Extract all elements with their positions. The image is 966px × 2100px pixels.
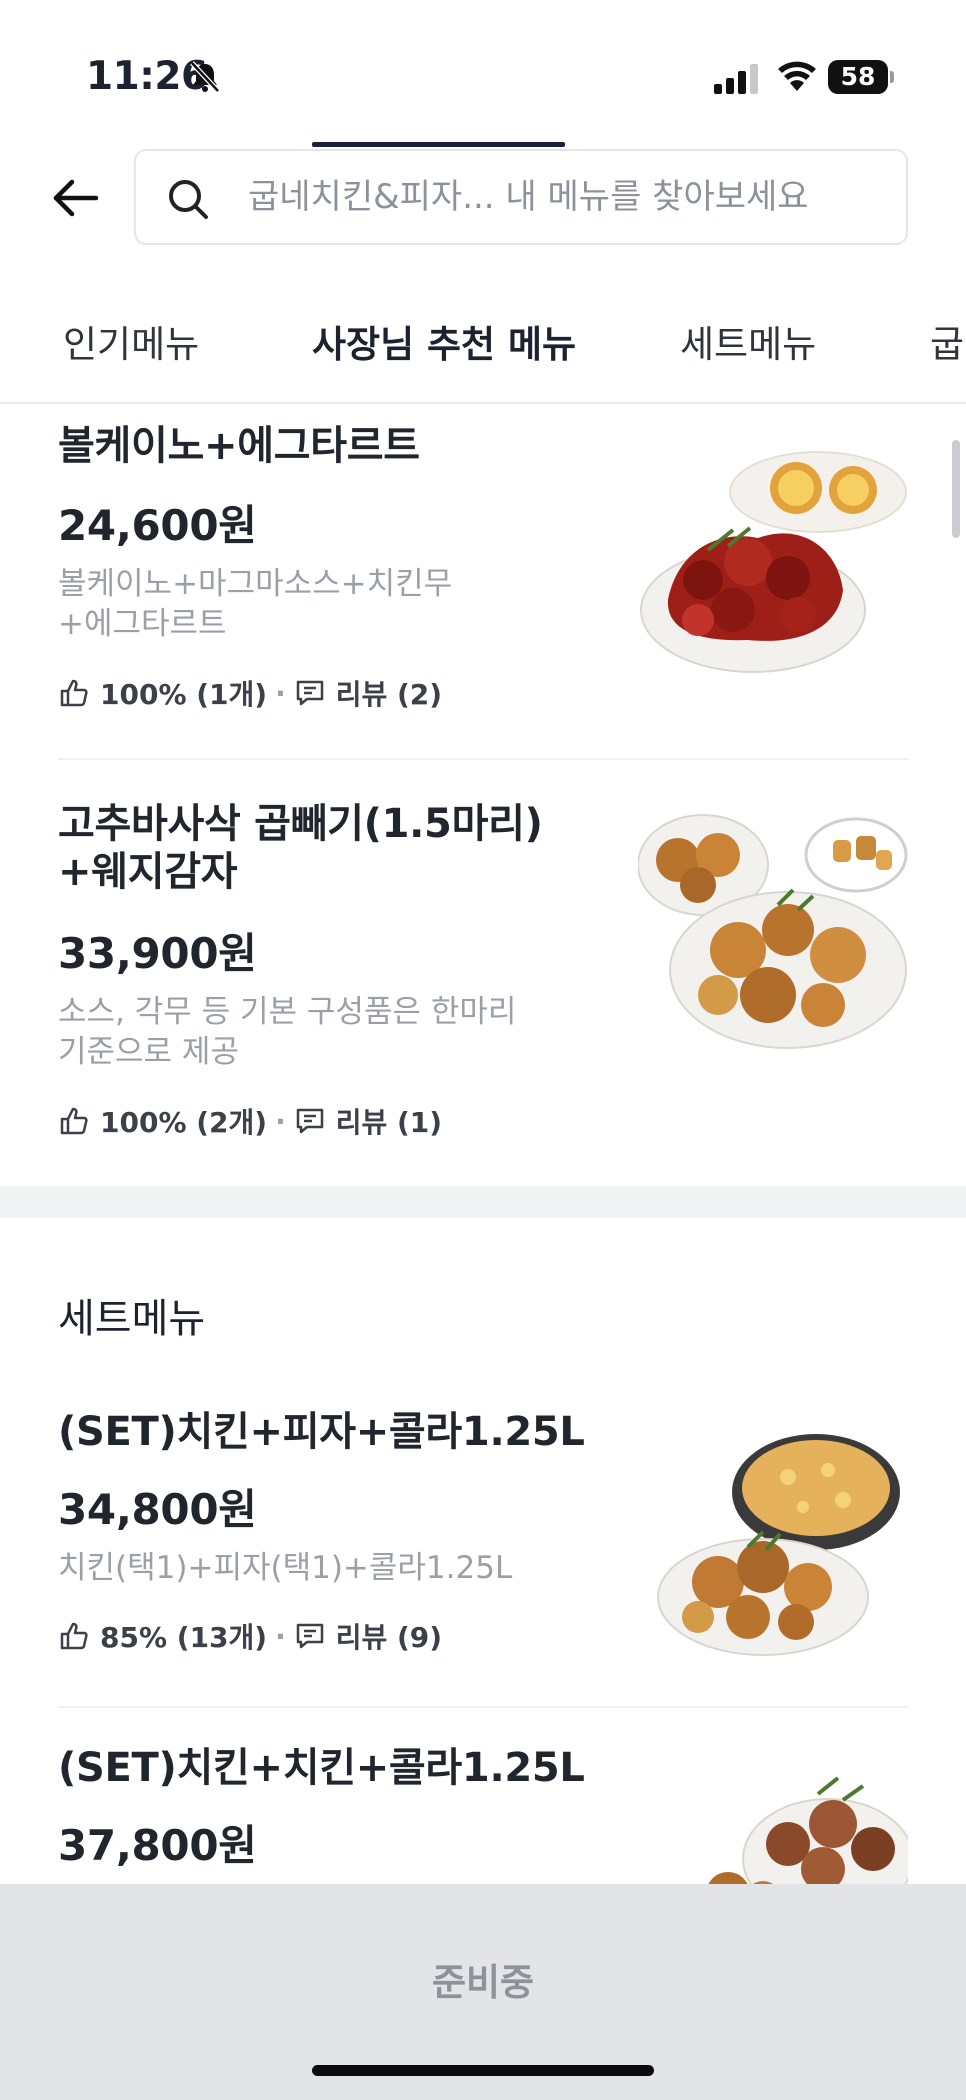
menu-screen: 11:26 58 굽네치킨&피자... 내 메뉴를 찾아보세요 인기메뉴 사장님… (0, 0, 966, 2100)
thumbs-up-icon (60, 679, 88, 707)
search-placeholder: 굽네치킨&피자... 내 메뉴를 찾아보세요 (248, 177, 809, 217)
menu-item-photo (640, 451, 907, 673)
review-icon (296, 1623, 323, 1649)
menu-item[interactable]: 볼케이노+에그타르트 24,600원 볼케이노+마그마소스+치킨무 +에그타르트… (58, 420, 908, 720)
menu-item-price: 33,900원 (58, 929, 257, 978)
rating-text: 100% (1개) (100, 678, 268, 711)
menu-item-description: 소스, 각무 등 기본 구성품은 한마리 (58, 994, 517, 1030)
search-icon (169, 180, 208, 219)
section-title: 세트메뉴 (58, 1296, 206, 1342)
rating-text: 100% (2개) (100, 1106, 268, 1139)
tab-set-menu[interactable]: 세트메뉴 (680, 314, 816, 368)
thumbs-up-icon (60, 1107, 88, 1135)
menu-item-description: 기준으로 제공 (58, 1034, 239, 1070)
item-divider (58, 758, 908, 760)
menu-item-title: +웨지감자 (58, 849, 238, 895)
thumbs-up-icon (60, 1622, 88, 1650)
menu-item-title: 볼케이노+에그타르트 (58, 423, 420, 469)
search-input[interactable]: 굽네치킨&피자... 내 메뉴를 찾아보세요 (134, 149, 908, 245)
wifi-icon (778, 61, 816, 91)
category-tabs: 인기메뉴 사장님 추천 메뉴 세트메뉴 굽 (0, 290, 966, 404)
menu-item-title: 고추바사삭 곱빼기(1.5마리) (58, 801, 543, 847)
preparing-button[interactable]: 준비중 (0, 1952, 966, 2006)
review-icon (296, 1108, 323, 1134)
menu-item-title: (SET)치킨+치킨+콜라1.25L (58, 1745, 585, 1791)
review-count: 리뷰 (2) (335, 678, 443, 711)
tab-owner-recommended[interactable]: 사장님 추천 메뉴 (312, 314, 576, 368)
review-count: 리뷰 (9) (335, 1621, 443, 1654)
item-divider (58, 1706, 908, 1708)
active-tab-indicator (312, 142, 565, 147)
menu-item-stats: 100% (1개) · 리뷰 (2) (58, 673, 442, 713)
review-count: 리뷰 (1) (335, 1106, 443, 1139)
menu-item-photo (638, 814, 908, 1049)
menu-item-description: 치킨(택1)+피자(택1)+콜라1.25L (58, 1550, 513, 1586)
menu-item[interactable]: (SET)치킨+피자+콜라1.25L 34,800원 치킨(택1)+피자(택1)… (58, 1402, 908, 1702)
cellular-signal-icon (714, 64, 758, 94)
menu-item-price: 34,800원 (58, 1485, 257, 1534)
home-indicator (312, 2065, 654, 2076)
battery-percent: 58 (840, 62, 876, 91)
status-bar: 11:26 58 (0, 0, 966, 130)
tab-more[interactable]: 굽 (930, 314, 964, 368)
tab-popular[interactable]: 인기메뉴 (63, 314, 199, 368)
section-separator (0, 1186, 966, 1218)
menu-item-photo (708, 1776, 908, 1884)
menu-item-stats: 85% (13개) · 리뷰 (9) (58, 1616, 442, 1656)
menu-item-photo (657, 1434, 900, 1656)
menu-item-description: +에그타르트 (58, 606, 227, 642)
menu-item[interactable]: 고추바사삭 곱빼기(1.5마리) +웨지감자 33,900원 소스, 각무 등 … (58, 800, 908, 1150)
back-arrow-icon[interactable] (46, 168, 106, 228)
bell-off-icon (190, 61, 220, 93)
menu-item[interactable]: (SET)치킨+치킨+콜라1.25L 37,800원 (58, 1742, 908, 1884)
rating-text: 85% (13개) (100, 1621, 268, 1654)
scrollbar[interactable] (952, 440, 960, 538)
menu-item-stats: 100% (2개) · 리뷰 (1) (58, 1101, 442, 1141)
menu-item-description: 볼케이노+마그마소스+치킨무 (58, 566, 453, 602)
review-icon (296, 680, 323, 706)
menu-item-price: 24,600원 (58, 501, 257, 550)
menu-item-price: 37,800원 (58, 1821, 257, 1870)
menu-item-title: (SET)치킨+피자+콜라1.25L (58, 1409, 585, 1455)
battery-icon: 58 (828, 60, 894, 94)
